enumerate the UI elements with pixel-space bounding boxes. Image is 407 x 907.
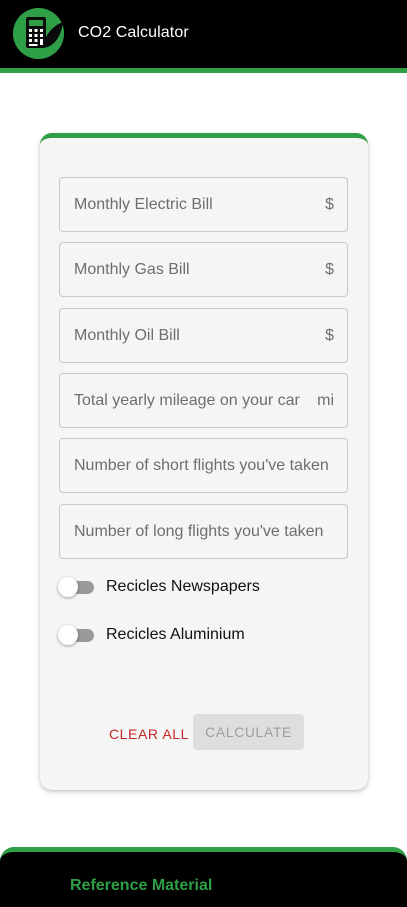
clear-all-button[interactable]: CLEAR ALL bbox=[104, 716, 194, 752]
calculator-leaf-icon bbox=[13, 8, 64, 59]
electric-bill-field[interactable]: Monthly Electric Bill $ bbox=[59, 177, 348, 232]
app-title: CO2 Calculator bbox=[78, 24, 189, 41]
newspapers-toggle-thumb[interactable] bbox=[58, 577, 78, 597]
electric-bill-placeholder: Monthly Electric Bill bbox=[74, 196, 213, 213]
gas-bill-suffix: $ bbox=[325, 261, 334, 278]
car-mileage-suffix: mi bbox=[317, 392, 334, 409]
oil-bill-field[interactable]: Monthly Oil Bill $ bbox=[59, 308, 348, 363]
gas-bill-field[interactable]: Monthly Gas Bill $ bbox=[59, 242, 348, 297]
short-flights-placeholder: Number of short flights you've taken bbox=[74, 457, 329, 474]
car-mileage-field[interactable]: Total yearly mileage on your car mi bbox=[59, 373, 348, 428]
calculate-button[interactable]: CALCULATE bbox=[193, 714, 304, 750]
oil-bill-suffix: $ bbox=[325, 327, 334, 344]
app-bar: CO2 Calculator bbox=[0, 0, 407, 73]
reference-section: Reference Material bbox=[0, 847, 407, 907]
calculator-card: Monthly Electric Bill $ Monthly Gas Bill… bbox=[40, 133, 368, 790]
reference-title: Reference Material bbox=[70, 877, 213, 894]
aluminium-toggle-label: Recicles Aluminium bbox=[106, 626, 245, 643]
car-mileage-placeholder: Total yearly mileage on your car bbox=[74, 392, 300, 409]
long-flights-field[interactable]: Number of long flights you've taken bbox=[59, 504, 348, 559]
long-flights-placeholder: Number of long flights you've taken bbox=[74, 523, 324, 540]
aluminium-toggle-thumb[interactable] bbox=[58, 625, 78, 645]
short-flights-field[interactable]: Number of short flights you've taken bbox=[59, 438, 348, 493]
gas-bill-placeholder: Monthly Gas Bill bbox=[74, 261, 190, 278]
electric-bill-suffix: $ bbox=[325, 196, 334, 213]
newspapers-toggle-label: Recicles Newspapers bbox=[106, 578, 260, 595]
oil-bill-placeholder: Monthly Oil Bill bbox=[74, 327, 180, 344]
